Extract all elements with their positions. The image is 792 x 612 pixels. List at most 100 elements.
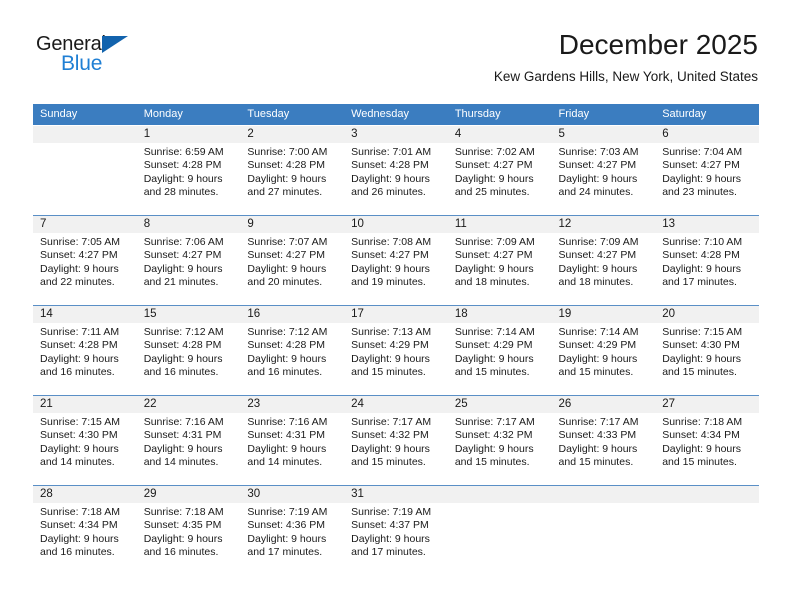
calendar-day-cell[interactable]: 22 Sunrise: 7:16 AM Sunset: 4:31 PM Dayl… [136,395,241,486]
day-cell: 23 Sunrise: 7:16 AM Sunset: 4:31 PM Dayl… [240,396,345,485]
sunrise-text: Sunrise: 7:19 AM [247,506,328,518]
day-cell: 7 Sunrise: 7:05 AM Sunset: 4:27 PM Dayli… [33,216,137,305]
calendar-week-row: 28 Sunrise: 7:18 AM Sunset: 4:34 PM Dayl… [33,485,759,575]
daylight-text-line1: Daylight: 9 hours [454,172,534,185]
day-cell-empty [447,486,552,575]
sunrise-text: Sunrise: 7:17 AM [558,416,639,428]
daylight-text-line2: and 23 minutes. [662,186,737,199]
daylight-text-line2: and 18 minutes. [454,276,530,289]
daylight-text-line2: and 16 minutes. [40,546,115,559]
sunset-text: Sunset: 4:31 PM [143,429,222,442]
day-number: 13 [655,216,759,233]
calendar-day-cell[interactable]: 31 Sunrise: 7:19 AM Sunset: 4:37 PM Dayl… [344,485,448,575]
calendar-day-cell[interactable]: 25 Sunrise: 7:17 AM Sunset: 4:32 PM Dayl… [447,395,552,486]
calendar-day-cell[interactable]: 7 Sunrise: 7:05 AM Sunset: 4:27 PM Dayli… [33,215,137,306]
calendar-day-cell[interactable]: 17 Sunrise: 7:13 AM Sunset: 4:29 PM Dayl… [344,305,448,396]
calendar-day-cell[interactable]: 12 Sunrise: 7:09 AM Sunset: 4:27 PM Dayl… [551,215,656,306]
day-number [655,486,759,503]
day-cell: 2 Sunrise: 7:00 AM Sunset: 4:28 PM Dayli… [240,126,345,215]
calendar-day-cell[interactable]: 15 Sunrise: 7:12 AM Sunset: 4:28 PM Dayl… [136,305,241,396]
daylight-text-line2: and 14 minutes. [143,456,219,469]
calendar-day-cell[interactable] [447,485,552,575]
calendar-day-cell[interactable]: 6 Sunrise: 7:04 AM Sunset: 4:27 PM Dayli… [655,125,759,216]
calendar-day-cell[interactable]: 26 Sunrise: 7:17 AM Sunset: 4:33 PM Dayl… [551,395,656,486]
day-info: Sunrise: 7:12 AM Sunset: 4:28 PM Dayligh… [240,323,344,380]
daylight-text-line2: and 18 minutes. [558,276,634,289]
day-info: Sunrise: 7:17 AM Sunset: 4:32 PM Dayligh… [448,413,552,470]
daylight-text-line2: and 15 minutes. [662,366,737,379]
day-info: Sunrise: 7:15 AM Sunset: 4:30 PM Dayligh… [655,323,759,380]
calendar-week-row: 1 Sunrise: 6:59 AM Sunset: 4:28 PM Dayli… [33,125,759,216]
calendar-day-cell[interactable]: 10 Sunrise: 7:08 AM Sunset: 4:27 PM Dayl… [344,215,448,306]
calendar-day-cell[interactable]: 29 Sunrise: 7:18 AM Sunset: 4:35 PM Dayl… [136,485,241,575]
day-info: Sunrise: 7:12 AM Sunset: 4:28 PM Dayligh… [137,323,241,380]
sunrise-text: Sunrise: 7:14 AM [558,326,639,338]
calendar-day-cell[interactable]: 30 Sunrise: 7:19 AM Sunset: 4:36 PM Dayl… [240,485,345,575]
daylight-text-line2: and 20 minutes. [247,276,323,289]
calendar-day-cell[interactable]: 27 Sunrise: 7:18 AM Sunset: 4:34 PM Dayl… [655,395,759,486]
daylight-text-line1: Daylight: 9 hours [40,532,119,545]
day-number: 30 [240,486,345,503]
calendar-day-cell[interactable]: 24 Sunrise: 7:17 AM Sunset: 4:32 PM Dayl… [344,395,448,486]
day-number: 19 [551,306,656,323]
calendar-day-cell[interactable]: 8 Sunrise: 7:06 AM Sunset: 4:27 PM Dayli… [136,215,241,306]
sunset-text: Sunset: 4:37 PM [351,519,429,532]
calendar-day-cell[interactable]: 23 Sunrise: 7:16 AM Sunset: 4:31 PM Dayl… [240,395,345,486]
daylight-text-line2: and 17 minutes. [351,546,426,559]
sunrise-text: Sunrise: 7:08 AM [351,236,432,248]
day-cell: 8 Sunrise: 7:06 AM Sunset: 4:27 PM Dayli… [136,216,241,305]
daylight-text-line2: and 17 minutes. [247,546,323,559]
day-number: 18 [447,306,552,323]
daylight-text-line2: and 25 minutes. [454,186,530,199]
day-info: Sunrise: 7:18 AM Sunset: 4:34 PM Dayligh… [33,503,137,560]
general-blue-logo[interactable]: General Blue [36,33,216,79]
day-number: 4 [447,126,552,143]
day-header-saturday: Saturday [655,104,759,126]
sunset-text: Sunset: 4:35 PM [143,519,222,532]
daylight-text-line1: Daylight: 9 hours [247,172,327,185]
calendar-day-cell[interactable] [655,485,759,575]
daylight-text-line1: Daylight: 9 hours [558,172,638,185]
day-header-friday: Friday [551,104,656,126]
day-cell: 26 Sunrise: 7:17 AM Sunset: 4:33 PM Dayl… [551,396,656,485]
calendar-day-cell[interactable]: 13 Sunrise: 7:10 AM Sunset: 4:28 PM Dayl… [655,215,759,306]
calendar-day-cell[interactable]: 28 Sunrise: 7:18 AM Sunset: 4:34 PM Dayl… [33,485,137,575]
calendar-day-cell[interactable]: 5 Sunrise: 7:03 AM Sunset: 4:27 PM Dayli… [551,125,656,216]
sunrise-text: Sunrise: 7:15 AM [40,416,120,428]
calendar-day-cell[interactable] [33,125,137,216]
day-number: 27 [655,396,759,413]
calendar-day-cell[interactable]: 14 Sunrise: 7:11 AM Sunset: 4:28 PM Dayl… [33,305,137,396]
day-number: 11 [447,216,552,233]
day-info: Sunrise: 7:16 AM Sunset: 4:31 PM Dayligh… [137,413,241,470]
calendar-day-cell[interactable]: 2 Sunrise: 7:00 AM Sunset: 4:28 PM Dayli… [240,125,345,216]
daylight-text-line1: Daylight: 9 hours [143,532,223,545]
day-number: 10 [344,216,448,233]
calendar-day-cell[interactable]: 9 Sunrise: 7:07 AM Sunset: 4:27 PM Dayli… [240,215,345,306]
sunrise-text: Sunrise: 7:17 AM [454,416,535,428]
sunrise-text: Sunrise: 7:18 AM [143,506,224,518]
sunrise-text: Sunrise: 7:16 AM [143,416,224,428]
day-info [552,503,656,506]
sunset-text: Sunset: 4:28 PM [247,339,326,352]
calendar-day-cell[interactable]: 4 Sunrise: 7:02 AM Sunset: 4:27 PM Dayli… [447,125,552,216]
day-cell: 29 Sunrise: 7:18 AM Sunset: 4:35 PM Dayl… [136,486,241,575]
calendar-day-cell[interactable]: 21 Sunrise: 7:15 AM Sunset: 4:30 PM Dayl… [33,395,137,486]
daylight-text-line2: and 16 minutes. [40,366,115,379]
sunrise-text: Sunrise: 7:15 AM [662,326,743,338]
sunrise-text: Sunrise: 7:06 AM [143,236,224,248]
calendar-day-cell[interactable]: 19 Sunrise: 7:14 AM Sunset: 4:29 PM Dayl… [551,305,656,396]
calendar-day-cell[interactable]: 1 Sunrise: 6:59 AM Sunset: 4:28 PM Dayli… [136,125,241,216]
calendar-day-cell[interactable]: 11 Sunrise: 7:09 AM Sunset: 4:27 PM Dayl… [447,215,552,306]
calendar-day-cell[interactable]: 18 Sunrise: 7:14 AM Sunset: 4:29 PM Dayl… [447,305,552,396]
calendar-day-cell[interactable] [551,485,656,575]
calendar-day-cell[interactable]: 3 Sunrise: 7:01 AM Sunset: 4:28 PM Dayli… [344,125,448,216]
day-info: Sunrise: 7:18 AM Sunset: 4:35 PM Dayligh… [137,503,241,560]
day-number: 9 [240,216,345,233]
sunrise-text: Sunrise: 7:14 AM [454,326,535,338]
day-number: 31 [344,486,448,503]
sunset-text: Sunset: 4:34 PM [40,519,118,532]
calendar-day-cell[interactable]: 20 Sunrise: 7:15 AM Sunset: 4:30 PM Dayl… [655,305,759,396]
daylight-text-line1: Daylight: 9 hours [143,262,223,275]
calendar-day-cell[interactable]: 16 Sunrise: 7:12 AM Sunset: 4:28 PM Dayl… [240,305,345,396]
location-subtitle: Kew Gardens Hills, New York, United Stat… [493,69,758,84]
